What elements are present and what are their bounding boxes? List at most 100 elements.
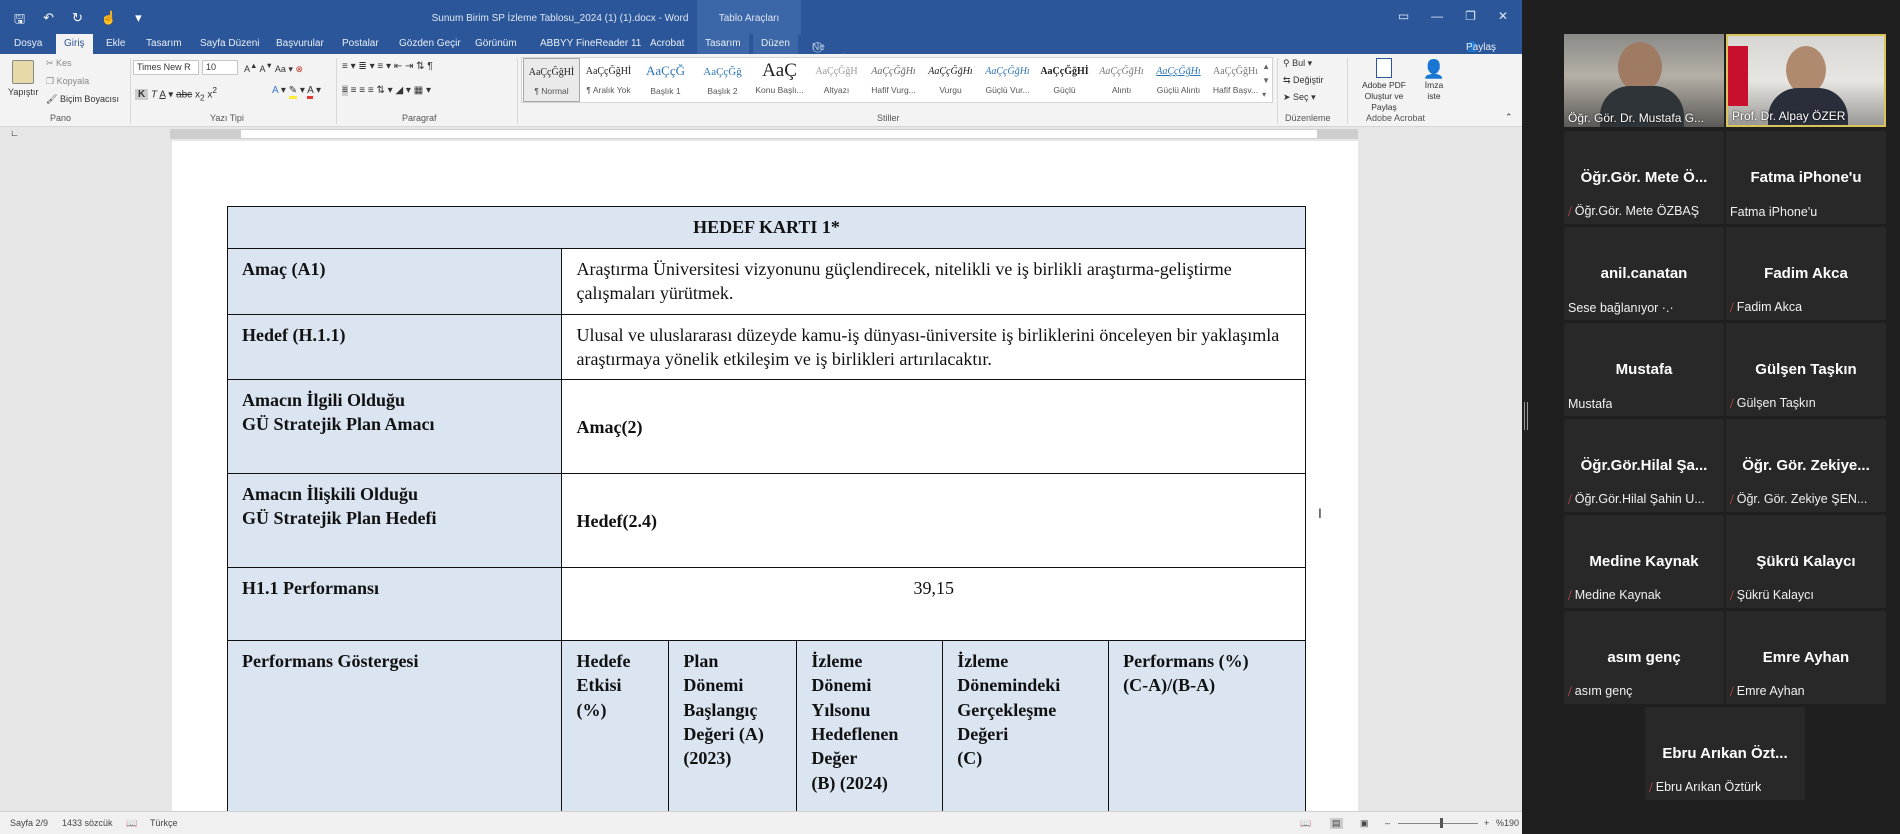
participant-tile[interactable]: Şükrü Kalaycı ⧸ Şükrü Kalaycı <box>1726 515 1886 608</box>
adobe-create-pdf-button[interactable]: Adobe PDF Oluştur ve Paylaş <box>1352 58 1416 113</box>
goal-value[interactable]: Araştırma Üniversitesi vizyonunu güçlend… <box>561 248 1306 315</box>
participant-tile[interactable]: Öğr.Gör. Mete Ö... ⧸ Öğr.Gör. Mete ÖZBAŞ <box>1564 131 1724 224</box>
document-page[interactable]: HEDEF KARTI 1* Amaç (A1) Araştırma Ünive… <box>172 141 1358 822</box>
strategic-goal-value[interactable]: Amaç(2) <box>561 379 1306 475</box>
tab-references[interactable]: Başvurular <box>276 38 324 49</box>
style-heading-1[interactable]: AaÇçĞ Başlık 1 <box>637 58 694 102</box>
replace-button[interactable]: ⇆ Değiştir <box>1283 75 1324 86</box>
style-normal[interactable]: AaÇçĞğHİ ¶ Normal <box>523 58 580 102</box>
sort-icon[interactable]: ⇅ <box>416 61 424 72</box>
paste-button[interactable]: Yapıştır <box>8 60 38 97</box>
tab-file[interactable]: Dosya <box>14 38 42 49</box>
actual-value-header[interactable]: İzleme Dönemindeki Gerçekleşme Değeri (C) <box>942 640 1110 822</box>
indicator-header[interactable]: Performans Göstergesi <box>226 640 563 822</box>
proofing-icon[interactable]: 📖 <box>126 818 137 829</box>
cut-button[interactable]: ✂ Kes <box>46 58 72 69</box>
participant-tile[interactable]: Emre Ayhan ⧸ Emre Ayhan <box>1726 611 1886 704</box>
target-value-header[interactable]: İzleme Dönemi Yılsonu Hedeflenen Değer (B) (2… <box>796 640 944 822</box>
style-emphasis[interactable]: AaÇçĞğHı Vurgu <box>922 58 979 102</box>
minimize-icon[interactable]: — <box>1431 9 1443 23</box>
participant-tile[interactable]: Fatma iPhone'u Fatma iPhone'u <box>1726 131 1886 224</box>
style-subtitle[interactable]: AaÇçĞğH Altyazı <box>808 58 865 102</box>
tab-mailings[interactable]: Postalar <box>342 38 379 49</box>
zoom-in-icon[interactable]: + <box>1484 818 1489 828</box>
zoom-level[interactable]: %190 <box>1496 818 1519 828</box>
target-value[interactable]: Ulusal ve uluslararası düzeyde kamu-iş d… <box>561 313 1306 381</box>
performance-percent-header[interactable]: Performans (%) (C-A)/(B-A) <box>1108 640 1306 822</box>
word-count[interactable]: 1433 sözcük <box>62 818 113 828</box>
page-count[interactable]: Sayfa 2/9 <box>10 818 48 828</box>
style-title[interactable]: AaÇ Konu Başlı... <box>751 58 808 102</box>
strategic-target-label[interactable]: Amacın İlişkili Olduğu GÜ Stratejik Plan … <box>226 473 563 569</box>
indent-icons[interactable]: ⇤ ⇥ <box>394 61 414 72</box>
target-label[interactable]: Hedef (H.1.1) <box>226 313 563 381</box>
align-buttons[interactable]: ≡ ≡ ≡ ≡ ⇅ ▾ ◢ ▾ ▦ ▾ <box>342 85 431 96</box>
participant-tile[interactable]: Ebru Arıkan Özt... ⧸ Ebru Arıkan Öztürk <box>1645 707 1805 800</box>
borders-icon[interactable]: ▦ <box>414 85 423 96</box>
web-layout-icon[interactable]: ▣ <box>1360 818 1369 829</box>
clear-format-icon[interactable]: ⊗ <box>295 64 303 74</box>
read-mode-icon[interactable]: 📖 <box>1300 818 1311 829</box>
pilcrow-icon[interactable]: ¶ <box>427 61 432 72</box>
multilevel-icon[interactable]: ≡ <box>377 61 383 72</box>
list-buttons[interactable]: ≡ ▾ ≣ ▾ ≡ ▾ ⇤ ⇥ ⇅ ¶ <box>342 61 433 72</box>
style-quote[interactable]: AaÇçĞğHı Alıntı <box>1093 58 1150 102</box>
zoom-slider-thumb[interactable] <box>1440 818 1443 828</box>
numbering-icon[interactable]: ≣ <box>358 61 366 72</box>
zoom-slider[interactable] <box>1398 823 1478 824</box>
font-color-buttons[interactable]: A ▾ ✎ ▾ A ▾ <box>272 85 321 99</box>
find-button[interactable]: ⚲ Bul ▾ <box>1283 58 1312 69</box>
request-signature-button[interactable]: 👤 İmza iste <box>1418 58 1450 102</box>
participant-tile[interactable]: Öğr. Gör. Zekiye... ⧸ Öğr. Gör. Zekiye ŞEN… <box>1726 419 1886 512</box>
select-button[interactable]: ➤ Seç ▾ <box>1283 92 1316 103</box>
format-painter-button[interactable]: 🖌 Biçim Boyacısı <box>46 94 119 105</box>
tab-acrobat[interactable]: Acrobat <box>650 38 684 49</box>
style-subtle-reference[interactable]: AaÇçĞğHı Hafif Başv... <box>1207 58 1264 102</box>
participant-tile[interactable]: Mustafa Mustafa <box>1564 323 1724 416</box>
font-style-buttons[interactable]: K T A ▾ abc x2 x2 <box>135 85 217 102</box>
horizontal-ruler[interactable]: ∟ <box>0 127 1522 141</box>
participant-video[interactable]: Öğr. Gör. Dr. Mustafa G... <box>1564 34 1724 127</box>
effect-header[interactable]: Hedefe Etkisi (%) <box>561 640 670 822</box>
style-heading-2[interactable]: AaÇçĞğ Başlık 2 <box>694 58 751 102</box>
language[interactable]: Türkçe <box>150 818 178 828</box>
strategic-goal-label[interactable]: Amacın İlgili Olduğu GÜ Stratejik Plan Am… <box>226 379 563 475</box>
goal-label[interactable]: Amaç (A1) <box>226 248 563 315</box>
restore-icon[interactable]: ❐ <box>1465 9 1476 23</box>
ribbon-display-icon[interactable]: ▭ <box>1398 9 1409 23</box>
line-spacing-icon[interactable]: ⇅ <box>376 85 384 96</box>
performance-value[interactable]: 39,15 <box>561 567 1306 642</box>
participant-video-active-speaker[interactable]: Prof. Dr. Alpay ÖZER <box>1726 34 1886 127</box>
style-intense-emphasis[interactable]: AaÇçĞğHı Güçlü Vur... <box>979 58 1036 102</box>
participant-tile[interactable]: anil.canatan Sese bağlanıyor ·.· <box>1564 227 1724 320</box>
card-title[interactable]: HEDEF KARTI 1* <box>227 206 1306 249</box>
tab-home[interactable]: Giriş <box>56 34 93 54</box>
close-icon[interactable]: ✕ <box>1498 9 1508 23</box>
shading-icon[interactable]: ◢ <box>395 85 403 96</box>
text-effects-icon[interactable]: A <box>272 85 278 96</box>
tab-view[interactable]: Görünüm <box>475 38 517 49</box>
style-subtle-emphasis[interactable]: AaÇçĞğHı Hafif Vurg... <box>865 58 922 102</box>
style-no-spacing[interactable]: AaÇçĞğHİ ¶ Aralık Yok <box>580 58 637 102</box>
tab-layout[interactable]: Sayfa Düzeni <box>200 38 259 49</box>
font-color-icon[interactable]: A <box>307 85 314 99</box>
participant-tile[interactable]: Öğr.Gör.Hilal Şa... ⧸ Öğr.Gör.Hilal Şahin … <box>1564 419 1724 512</box>
tab-insert[interactable]: Ekle <box>106 38 125 49</box>
tab-selector-icon[interactable]: ∟ <box>10 128 19 138</box>
start-value-header[interactable]: Plan Dönemi Başlangıç Değeri (A) (2023) <box>668 640 798 822</box>
collapse-ribbon-icon[interactable]: ⌃ <box>1505 112 1513 123</box>
font-size-buttons[interactable]: A▲ A▼ Aa ▾ ⊗ <box>244 61 303 75</box>
strategic-target-value[interactable]: Hedef(2.4) <box>561 473 1306 569</box>
print-layout-icon[interactable]: ▤ <box>1330 818 1343 829</box>
participant-tile[interactable]: Fadim Akca ⧸ Fadim Akca <box>1726 227 1886 320</box>
style-strong[interactable]: AaÇçĞğHİ Güçlü <box>1036 58 1093 102</box>
participant-tile[interactable]: Gülşen Taşkın ⧸ Gülşen Taşkın <box>1726 323 1886 416</box>
participant-tile[interactable]: Medine Kaynak ⧸ Medine Kaynak <box>1564 515 1724 608</box>
tab-table-layout[interactable]: Düzen <box>753 34 798 54</box>
style-intense-quote[interactable]: AaÇçĞğHı Güçlü Alıntı <box>1150 58 1207 102</box>
font-name-select[interactable]: Times New R <box>133 60 199 75</box>
bullets-icon[interactable]: ≡ <box>342 61 348 72</box>
styles-scroll-icon[interactable]: ▲ ▼ ▾ <box>1262 60 1270 102</box>
tab-design[interactable]: Tasarım <box>146 38 182 49</box>
copy-button[interactable]: ❐ Kopyala <box>46 76 89 87</box>
